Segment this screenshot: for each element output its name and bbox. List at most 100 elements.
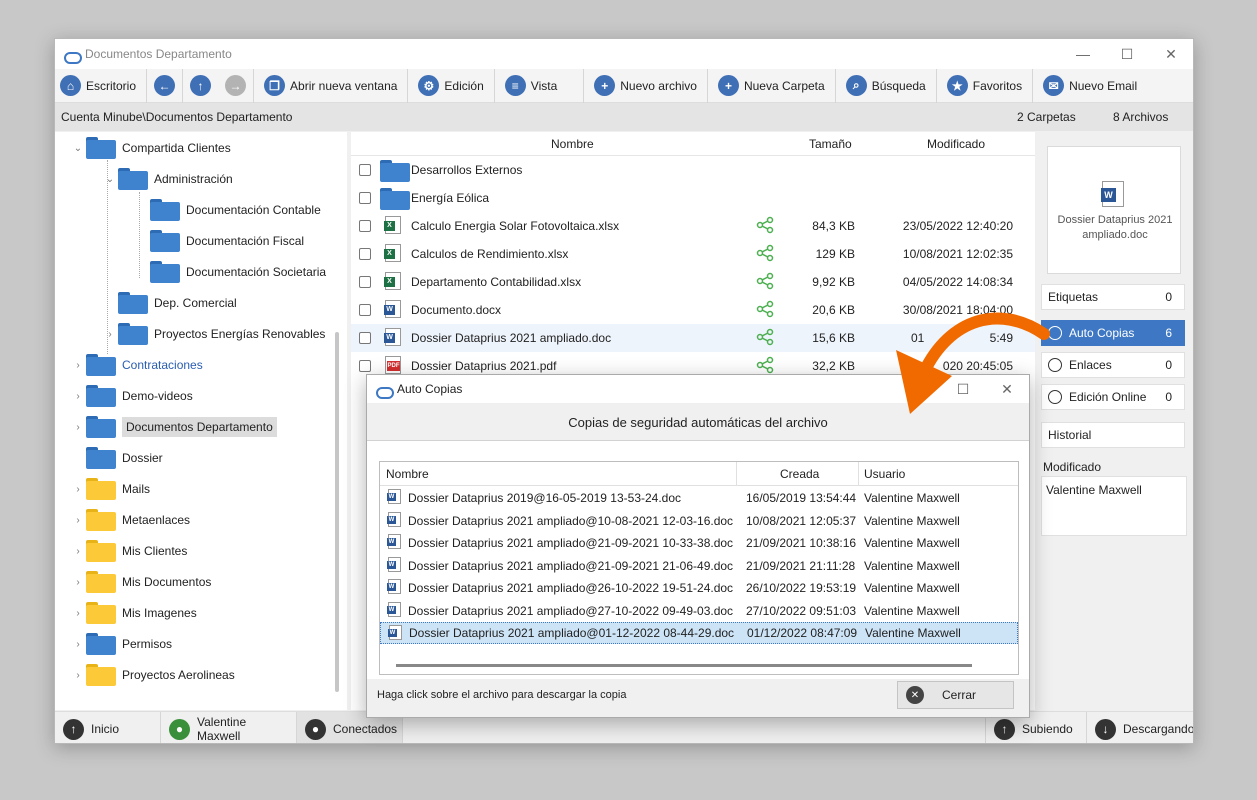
file-row[interactable]: W Documento.docx 20,6 KB 30/08/2021 18:04:0… <box>351 296 1035 324</box>
dialog-maximize-button[interactable]: ☐ <box>941 375 985 403</box>
tree-item-label: Mis Documentos <box>122 575 212 589</box>
etiquetas-item[interactable]: Etiquetas 0 <box>1041 284 1185 310</box>
file-row[interactable]: Energía Eólica <box>351 184 1035 212</box>
backup-header-user[interactable]: Usuario <box>864 467 905 481</box>
enlaces-item[interactable]: Enlaces 0 <box>1041 352 1185 378</box>
tree-item[interactable]: Documentación Fiscal <box>135 227 304 255</box>
tree-item[interactable]: ⌄ Compartida Clientes <box>71 134 231 162</box>
forward-button[interactable]: → <box>218 68 255 103</box>
row-checkbox[interactable] <box>359 192 371 204</box>
tree-item[interactable]: › Mis Documentos <box>71 568 211 596</box>
auto-copias-item[interactable]: Auto Copias 6 <box>1041 320 1185 346</box>
cerrar-button[interactable]: ✕ Cerrar <box>897 681 1014 709</box>
historial-item[interactable]: Historial <box>1041 422 1185 448</box>
tree-item[interactable]: Documentación Societaria <box>135 258 326 286</box>
tree-item[interactable]: › Documentos Departamento <box>71 413 277 441</box>
nueva-carpeta-button[interactable]: + Nueva Carpeta <box>708 68 836 103</box>
share-icon[interactable] <box>756 216 774 237</box>
header-size[interactable]: Tamaño <box>809 137 852 151</box>
row-checkbox[interactable] <box>359 248 371 260</box>
expand-arrow-icon[interactable]: › <box>71 577 85 588</box>
tree-item[interactable]: › Proyectos Energías Renovables <box>103 320 325 348</box>
escritorio-button[interactable]: ⌂ Escritorio <box>55 68 148 103</box>
folder-icon <box>85 663 117 687</box>
inicio-button[interactable]: ↑ Inicio <box>55 712 161 743</box>
expand-arrow-icon[interactable]: › <box>71 515 85 526</box>
file-row[interactable]: W Dossier Dataprius 2021 ampliado.doc 15,6… <box>351 324 1035 352</box>
backup-row[interactable]: W Dossier Dataprius 2021 ampliado@21-09-2… <box>380 532 1018 554</box>
file-count: 8 Archivos <box>1113 110 1169 124</box>
backup-user: Valentine Maxwell <box>864 581 960 595</box>
share-icon[interactable] <box>756 328 774 349</box>
tree-item[interactable]: ⌄ Administración <box>103 165 233 193</box>
expand-arrow-icon[interactable]: › <box>103 329 117 340</box>
vista-button[interactable]: ≡ Vista <box>495 68 585 103</box>
expand-arrow-icon[interactable]: ⌄ <box>71 143 85 154</box>
tree-item[interactable]: › Metaenlaces <box>71 506 190 534</box>
header-name[interactable]: Nombre <box>551 137 594 151</box>
word-doc-icon: W <box>1101 181 1124 210</box>
tree-item[interactable]: Dossier <box>71 444 163 472</box>
maximize-button[interactable]: ☐ <box>1105 39 1149 69</box>
backup-row[interactable]: W Dossier Dataprius 2021 ampliado@27-10-2… <box>380 600 1018 622</box>
backup-row[interactable]: W Dossier Dataprius 2021 ampliado@26-10-2… <box>380 577 1018 599</box>
favoritos-button[interactable]: ★ Favoritos <box>937 68 1034 103</box>
file-row[interactable]: Desarrollos Externos <box>351 156 1035 184</box>
tree-item[interactable]: › Proyectos Aerolineas <box>71 661 235 689</box>
backup-row[interactable]: W Dossier Dataprius 2021 ampliado@10-08-2… <box>380 510 1018 532</box>
file-row[interactable]: X Calculos de Rendimiento.xlsx 129 KB 10/08… <box>351 240 1035 268</box>
backup-header-created[interactable]: Creada <box>780 467 819 481</box>
expand-arrow-icon[interactable]: › <box>71 484 85 495</box>
backup-row[interactable]: W Dossier Dataprius 2019@16-05-2019 13-53… <box>380 487 1018 509</box>
row-checkbox[interactable] <box>359 276 371 288</box>
file-row[interactable]: X Calculo Energia Solar Fotovoltaica.xlsx… <box>351 212 1035 240</box>
gear-icon: ⚙ <box>418 75 440 96</box>
backup-row[interactable]: W Dossier Dataprius 2021 ampliado@01-12-2… <box>380 622 1018 644</box>
close-window-button[interactable]: ✕ <box>1149 39 1193 69</box>
abrir-nueva-ventana-button[interactable]: ❐ Abrir nueva ventana <box>254 68 409 103</box>
folder-icon <box>149 229 181 253</box>
backup-row[interactable]: W Dossier Dataprius 2021 ampliado@21-09-2… <box>380 555 1018 577</box>
backup-list-scrollbar[interactable] <box>396 664 972 667</box>
edicion-online-item[interactable]: Edición Online 0 <box>1041 384 1185 410</box>
file-name: Documento.docx <box>411 303 502 317</box>
busqueda-button[interactable]: ⌕ Búsqueda <box>836 68 937 103</box>
share-icon[interactable] <box>756 272 774 293</box>
descargando-button[interactable]: ↓ Descargando <box>1087 712 1193 743</box>
expand-arrow-icon[interactable]: › <box>71 639 85 650</box>
expand-arrow-icon[interactable]: › <box>71 422 85 433</box>
up-button[interactable]: ↑ <box>183 69 218 103</box>
nuevo-archivo-button[interactable]: + Nuevo archivo <box>584 68 708 103</box>
expand-arrow-icon[interactable]: › <box>71 360 85 371</box>
tree-item[interactable]: › Contrataciones <box>71 351 203 379</box>
tree-item[interactable]: › Mis Imagenes <box>71 599 197 627</box>
file-row[interactable]: X Departamento Contabilidad.xlsx 9,92 KB 04… <box>351 268 1035 296</box>
tree-item[interactable]: › Permisos <box>71 630 172 658</box>
tree-scrollbar[interactable] <box>335 332 339 692</box>
tree-item[interactable]: › Mails <box>71 475 150 503</box>
minimize-button[interactable]: — <box>1061 39 1105 69</box>
row-checkbox[interactable] <box>359 360 371 372</box>
tree-item[interactable]: Dep. Comercial <box>103 289 237 317</box>
dialog-close-icon[interactable]: ✕ <box>985 375 1029 403</box>
user-status[interactable]: ● Valentine Maxwell <box>161 712 297 743</box>
share-icon[interactable] <box>756 300 774 321</box>
edicion-button[interactable]: ⚙ Edición <box>408 68 495 103</box>
expand-arrow-icon[interactable]: › <box>71 670 85 681</box>
expand-arrow-icon[interactable]: ⌄ <box>103 174 117 185</box>
expand-arrow-icon[interactable]: › <box>71 391 85 402</box>
backup-header-name[interactable]: Nombre <box>386 467 429 481</box>
nuevo-email-button[interactable]: ✉ Nuevo Email <box>1033 69 1147 103</box>
back-button[interactable]: ← <box>147 68 184 103</box>
row-checkbox[interactable] <box>359 220 371 232</box>
expand-arrow-icon[interactable]: › <box>71 608 85 619</box>
tree-item[interactable]: › Mis Clientes <box>71 537 187 565</box>
tree-item[interactable]: Documentación Contable <box>135 196 321 224</box>
expand-arrow-icon[interactable]: › <box>71 546 85 557</box>
row-checkbox[interactable] <box>359 164 371 176</box>
row-checkbox[interactable] <box>359 304 371 316</box>
tree-item[interactable]: › Demo-videos <box>71 382 193 410</box>
row-checkbox[interactable] <box>359 332 371 344</box>
share-icon[interactable] <box>756 244 774 265</box>
header-modified[interactable]: Modificado <box>927 137 985 151</box>
